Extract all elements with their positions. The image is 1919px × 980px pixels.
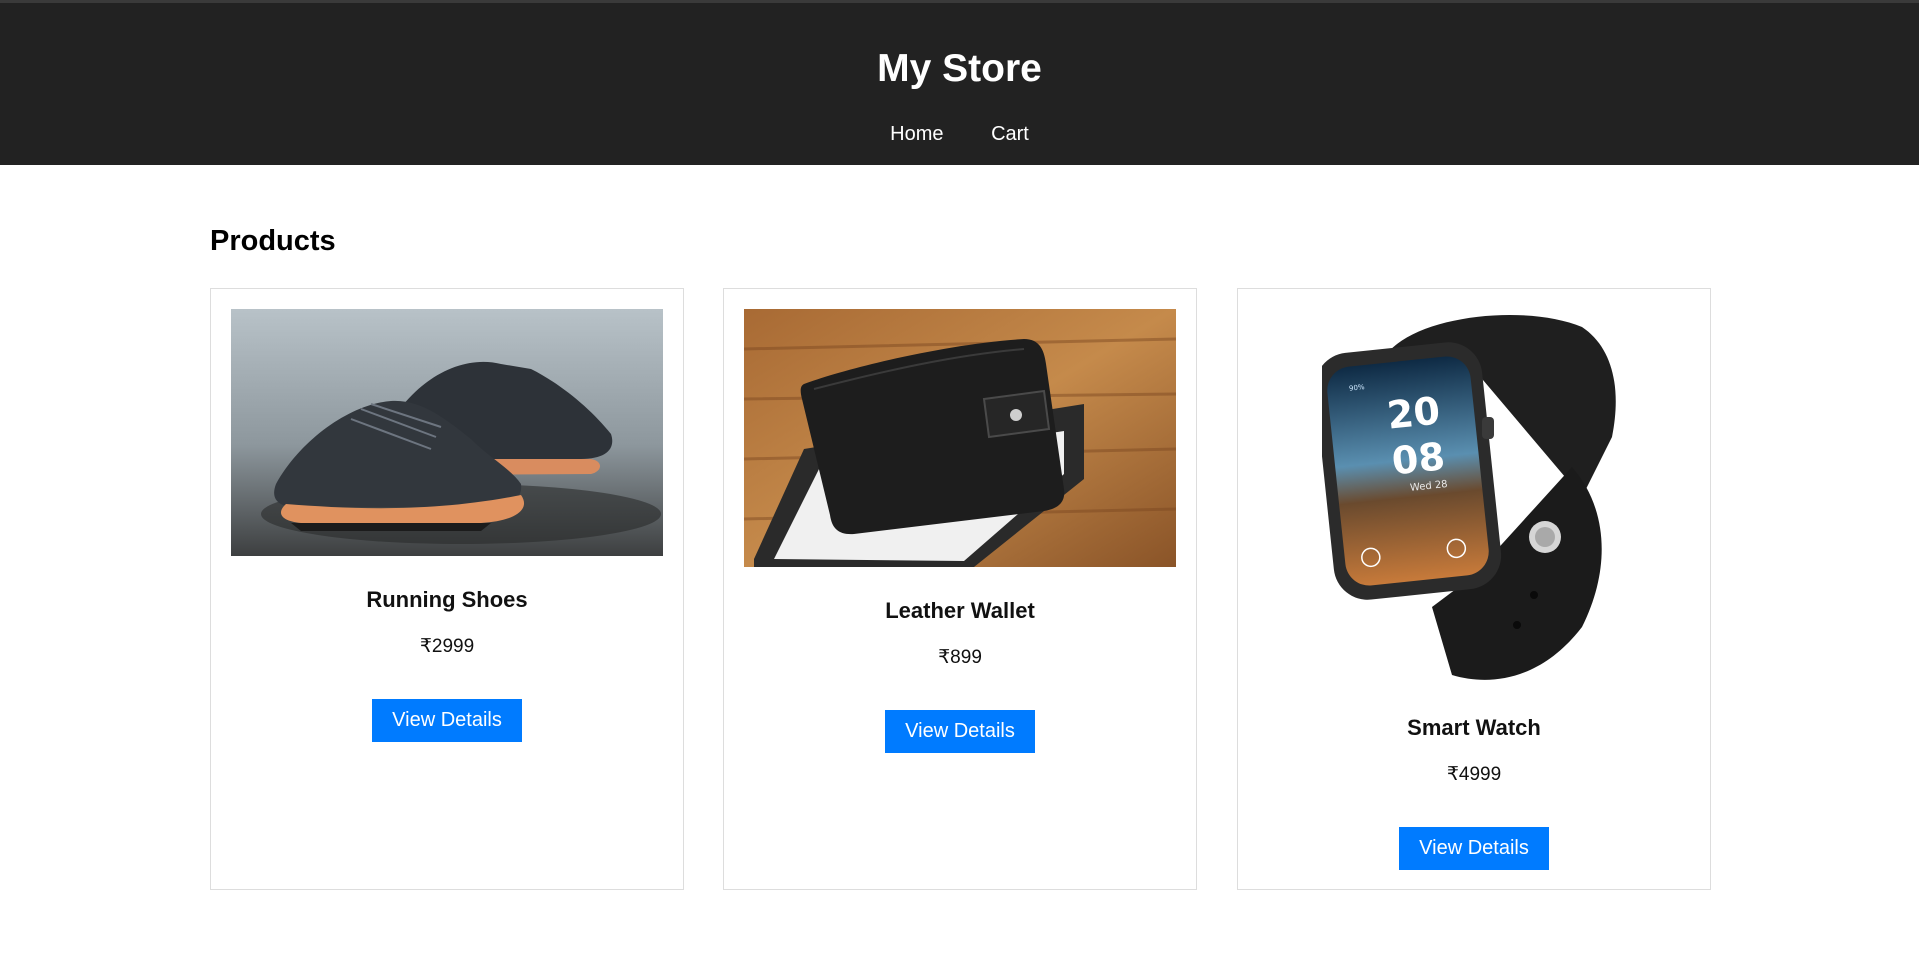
product-name: Leather Wallet — [885, 598, 1035, 623]
product-price: ₹4999 — [1446, 764, 1502, 785]
view-details-button[interactable]: View Details — [885, 710, 1035, 753]
leather-wallet-image — [744, 309, 1176, 567]
smart-watch-image: 20 08 Wed 28 90% — [1322, 307, 1622, 685]
site-header: My Store Home Cart — [0, 0, 1919, 165]
nav-link-home[interactable]: Home — [890, 123, 943, 145]
watch-minute: 08 — [1390, 434, 1447, 483]
product-name: Running Shoes — [366, 587, 528, 612]
product-card: Running Shoes ₹2999 View Details — [210, 288, 684, 890]
running-shoes-image — [231, 309, 663, 556]
section-title: Products — [210, 225, 336, 257]
nav-link-cart[interactable]: Cart — [991, 123, 1029, 145]
site-title: My Store — [877, 47, 1042, 90]
view-details-button[interactable]: View Details — [372, 699, 522, 742]
watch-battery: 90% — [1349, 383, 1366, 393]
product-price: ₹2999 — [419, 636, 475, 657]
view-details-button[interactable]: View Details — [1399, 827, 1549, 870]
product-card: 20 08 Wed 28 90% Smart Watch ₹4999 View … — [1237, 288, 1711, 890]
main-nav: Home Cart — [0, 123, 1919, 146]
watch-hour: 20 — [1385, 388, 1442, 437]
product-card: Leather Wallet ₹899 View Details — [723, 288, 1197, 890]
product-price: ₹899 — [938, 647, 982, 668]
product-name: Smart Watch — [1407, 715, 1541, 740]
